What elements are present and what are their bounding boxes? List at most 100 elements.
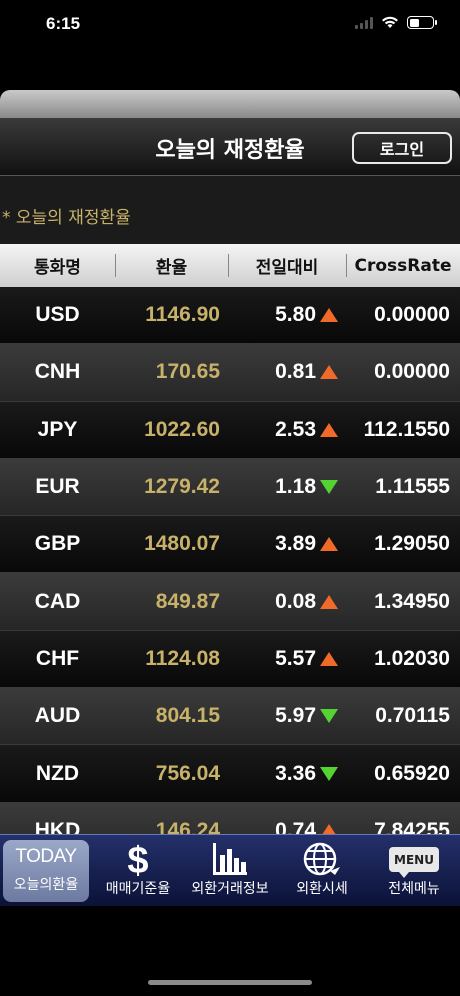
- section-title: * 오늘의 재정환율: [2, 208, 131, 228]
- tab-base-rate[interactable]: $ 매매기준율: [92, 835, 184, 906]
- section-header: * 오늘의 재정환율: [0, 176, 460, 244]
- up-arrow-icon: [320, 594, 338, 609]
- change-value: 0.74: [275, 818, 316, 834]
- change-value: 0.81: [275, 360, 316, 384]
- status-bar: 6:15: [0, 0, 460, 50]
- change-value: 0.08: [275, 589, 316, 613]
- home-indicator[interactable]: [148, 980, 312, 985]
- tab-fx-trade-info[interactable]: 외환거래정보: [184, 835, 276, 906]
- currency-code: USD: [35, 303, 80, 327]
- battery-icon: [407, 16, 437, 29]
- cross-rate-value: 1.02030: [374, 646, 450, 670]
- col-header-rate: 환율: [115, 244, 228, 287]
- tab-fx-quotes[interactable]: 외환시세: [276, 835, 368, 906]
- cross-rate-value: 0.65920: [374, 761, 450, 785]
- currency-code: HKD: [34, 818, 81, 834]
- status-icons: [355, 16, 437, 29]
- down-arrow-icon: [320, 480, 338, 495]
- up-arrow-icon: [320, 651, 338, 666]
- tab-label: 외환시세: [296, 881, 348, 897]
- currency-code: CHF: [35, 646, 80, 670]
- table-row[interactable]: GBP 1480.07 3.89 1.29050: [0, 516, 460, 574]
- change-cell: 0.74: [228, 819, 346, 834]
- globe-icon: [276, 841, 368, 877]
- cross-rate-value: 1.29050: [374, 532, 450, 556]
- up-arrow-icon: [320, 823, 338, 834]
- table-row[interactable]: NZD 756.04 3.36 0.65920: [0, 745, 460, 803]
- menu-icon: MENU: [368, 841, 460, 878]
- change-value: 2.53: [275, 417, 316, 441]
- cross-rate-value: 0.70115: [375, 704, 450, 728]
- change-cell: 0.08: [228, 590, 346, 614]
- table-row[interactable]: USD 1146.90 5.80 0.00000: [0, 287, 460, 345]
- tab-bar: TODAY 오늘의환율 $ 매매기준율 외환거래정보 외환시세 MENU 전체메…: [0, 834, 460, 906]
- change-cell: 0.81: [228, 360, 346, 384]
- signal-icon: [355, 16, 373, 29]
- table-row[interactable]: CAD 849.87 0.08 1.34950: [0, 573, 460, 631]
- currency-code: CAD: [34, 589, 81, 613]
- bar-chart-icon: [184, 841, 276, 877]
- table-row[interactable]: AUD 804.15 5.97 0.70115: [0, 688, 460, 746]
- table-header: 통화명 환율 전일대비 CrossRate: [0, 244, 460, 287]
- change-value: 5.80: [275, 303, 316, 327]
- rate-value: 1146.90: [145, 303, 220, 327]
- rate-value: 170.65: [155, 360, 220, 384]
- rate-value: 146.24: [155, 818, 220, 834]
- change-value: 1.18: [275, 475, 316, 499]
- today-badge: TODAY: [15, 846, 77, 867]
- status-time: 6:15: [46, 14, 81, 33]
- cross-rate-value: 1.34950: [374, 589, 450, 613]
- dollar-icon: $: [127, 840, 149, 882]
- down-arrow-icon: [320, 709, 338, 724]
- tab-today-rates[interactable]: TODAY 오늘의환율: [3, 840, 89, 902]
- cross-rate-value: 7.84255: [374, 818, 450, 834]
- table-row[interactable]: CNH 170.65 0.81 0.00000: [0, 344, 460, 402]
- wifi-icon: [382, 16, 398, 28]
- table-row[interactable]: CHF 1124.08 5.57 1.02030: [0, 630, 460, 689]
- login-button[interactable]: 로그인: [352, 132, 452, 164]
- col-header-change: 전일대비: [228, 244, 346, 287]
- up-arrow-icon: [320, 308, 338, 323]
- currency-code: JPY: [37, 417, 78, 441]
- currency-code: EUR: [35, 475, 80, 499]
- tab-all-menu[interactable]: MENU 전체메뉴: [368, 835, 460, 906]
- rate-value: 1480.07: [144, 532, 220, 556]
- down-arrow-icon: [320, 766, 338, 781]
- tab-label: 외환거래정보: [191, 881, 269, 897]
- change-value: 5.57: [275, 646, 316, 670]
- up-arrow-icon: [320, 537, 338, 552]
- change-cell: 5.97: [228, 704, 346, 728]
- cross-rate-value: 0.00000: [374, 360, 450, 384]
- change-cell: 3.89: [228, 532, 346, 556]
- change-cell: 5.57: [228, 647, 346, 671]
- change-value: 3.36: [275, 761, 316, 785]
- cross-rate-value: 0.00000: [374, 303, 450, 327]
- change-cell: 1.18: [228, 475, 346, 499]
- tab-label: 전체메뉴: [388, 881, 440, 897]
- currency-code: NZD: [35, 761, 80, 785]
- change-cell: 5.80: [228, 303, 346, 327]
- rate-value: 804.15: [155, 704, 220, 728]
- top-strip: [0, 90, 460, 118]
- col-header-crossrate: CrossRate: [346, 244, 460, 287]
- table-row[interactable]: JPY 1022.60 2.53 112.1550: [0, 401, 460, 459]
- rate-value: 1124.08: [145, 646, 220, 670]
- currency-code: AUD: [34, 704, 81, 728]
- change-cell: 3.36: [228, 762, 346, 786]
- today-icon: TODAY: [3, 846, 89, 868]
- tab-label: 오늘의환율: [13, 877, 79, 893]
- table-row[interactable]: HKD 146.24 0.74 7.84255: [0, 802, 460, 834]
- currency-code: GBP: [34, 532, 81, 556]
- up-arrow-icon: [320, 422, 338, 437]
- table-row[interactable]: EUR 1279.42 1.18 1.11555: [0, 458, 460, 517]
- col-header-currency: 통화명: [34, 258, 81, 278]
- navbar: 오늘의 재정환율 로그인: [0, 118, 460, 176]
- cross-rate-value: 112.1550: [363, 417, 450, 441]
- change-value: 3.89: [275, 532, 316, 556]
- rate-table[interactable]: USD 1146.90 5.80 0.00000 CNH 170.65 0.81…: [0, 287, 460, 834]
- rate-value: 849.87: [155, 589, 220, 613]
- change-cell: 2.53: [228, 418, 346, 442]
- rate-value: 1279.42: [144, 475, 220, 499]
- rate-value: 756.04: [155, 761, 220, 785]
- menu-badge: MENU: [389, 847, 439, 878]
